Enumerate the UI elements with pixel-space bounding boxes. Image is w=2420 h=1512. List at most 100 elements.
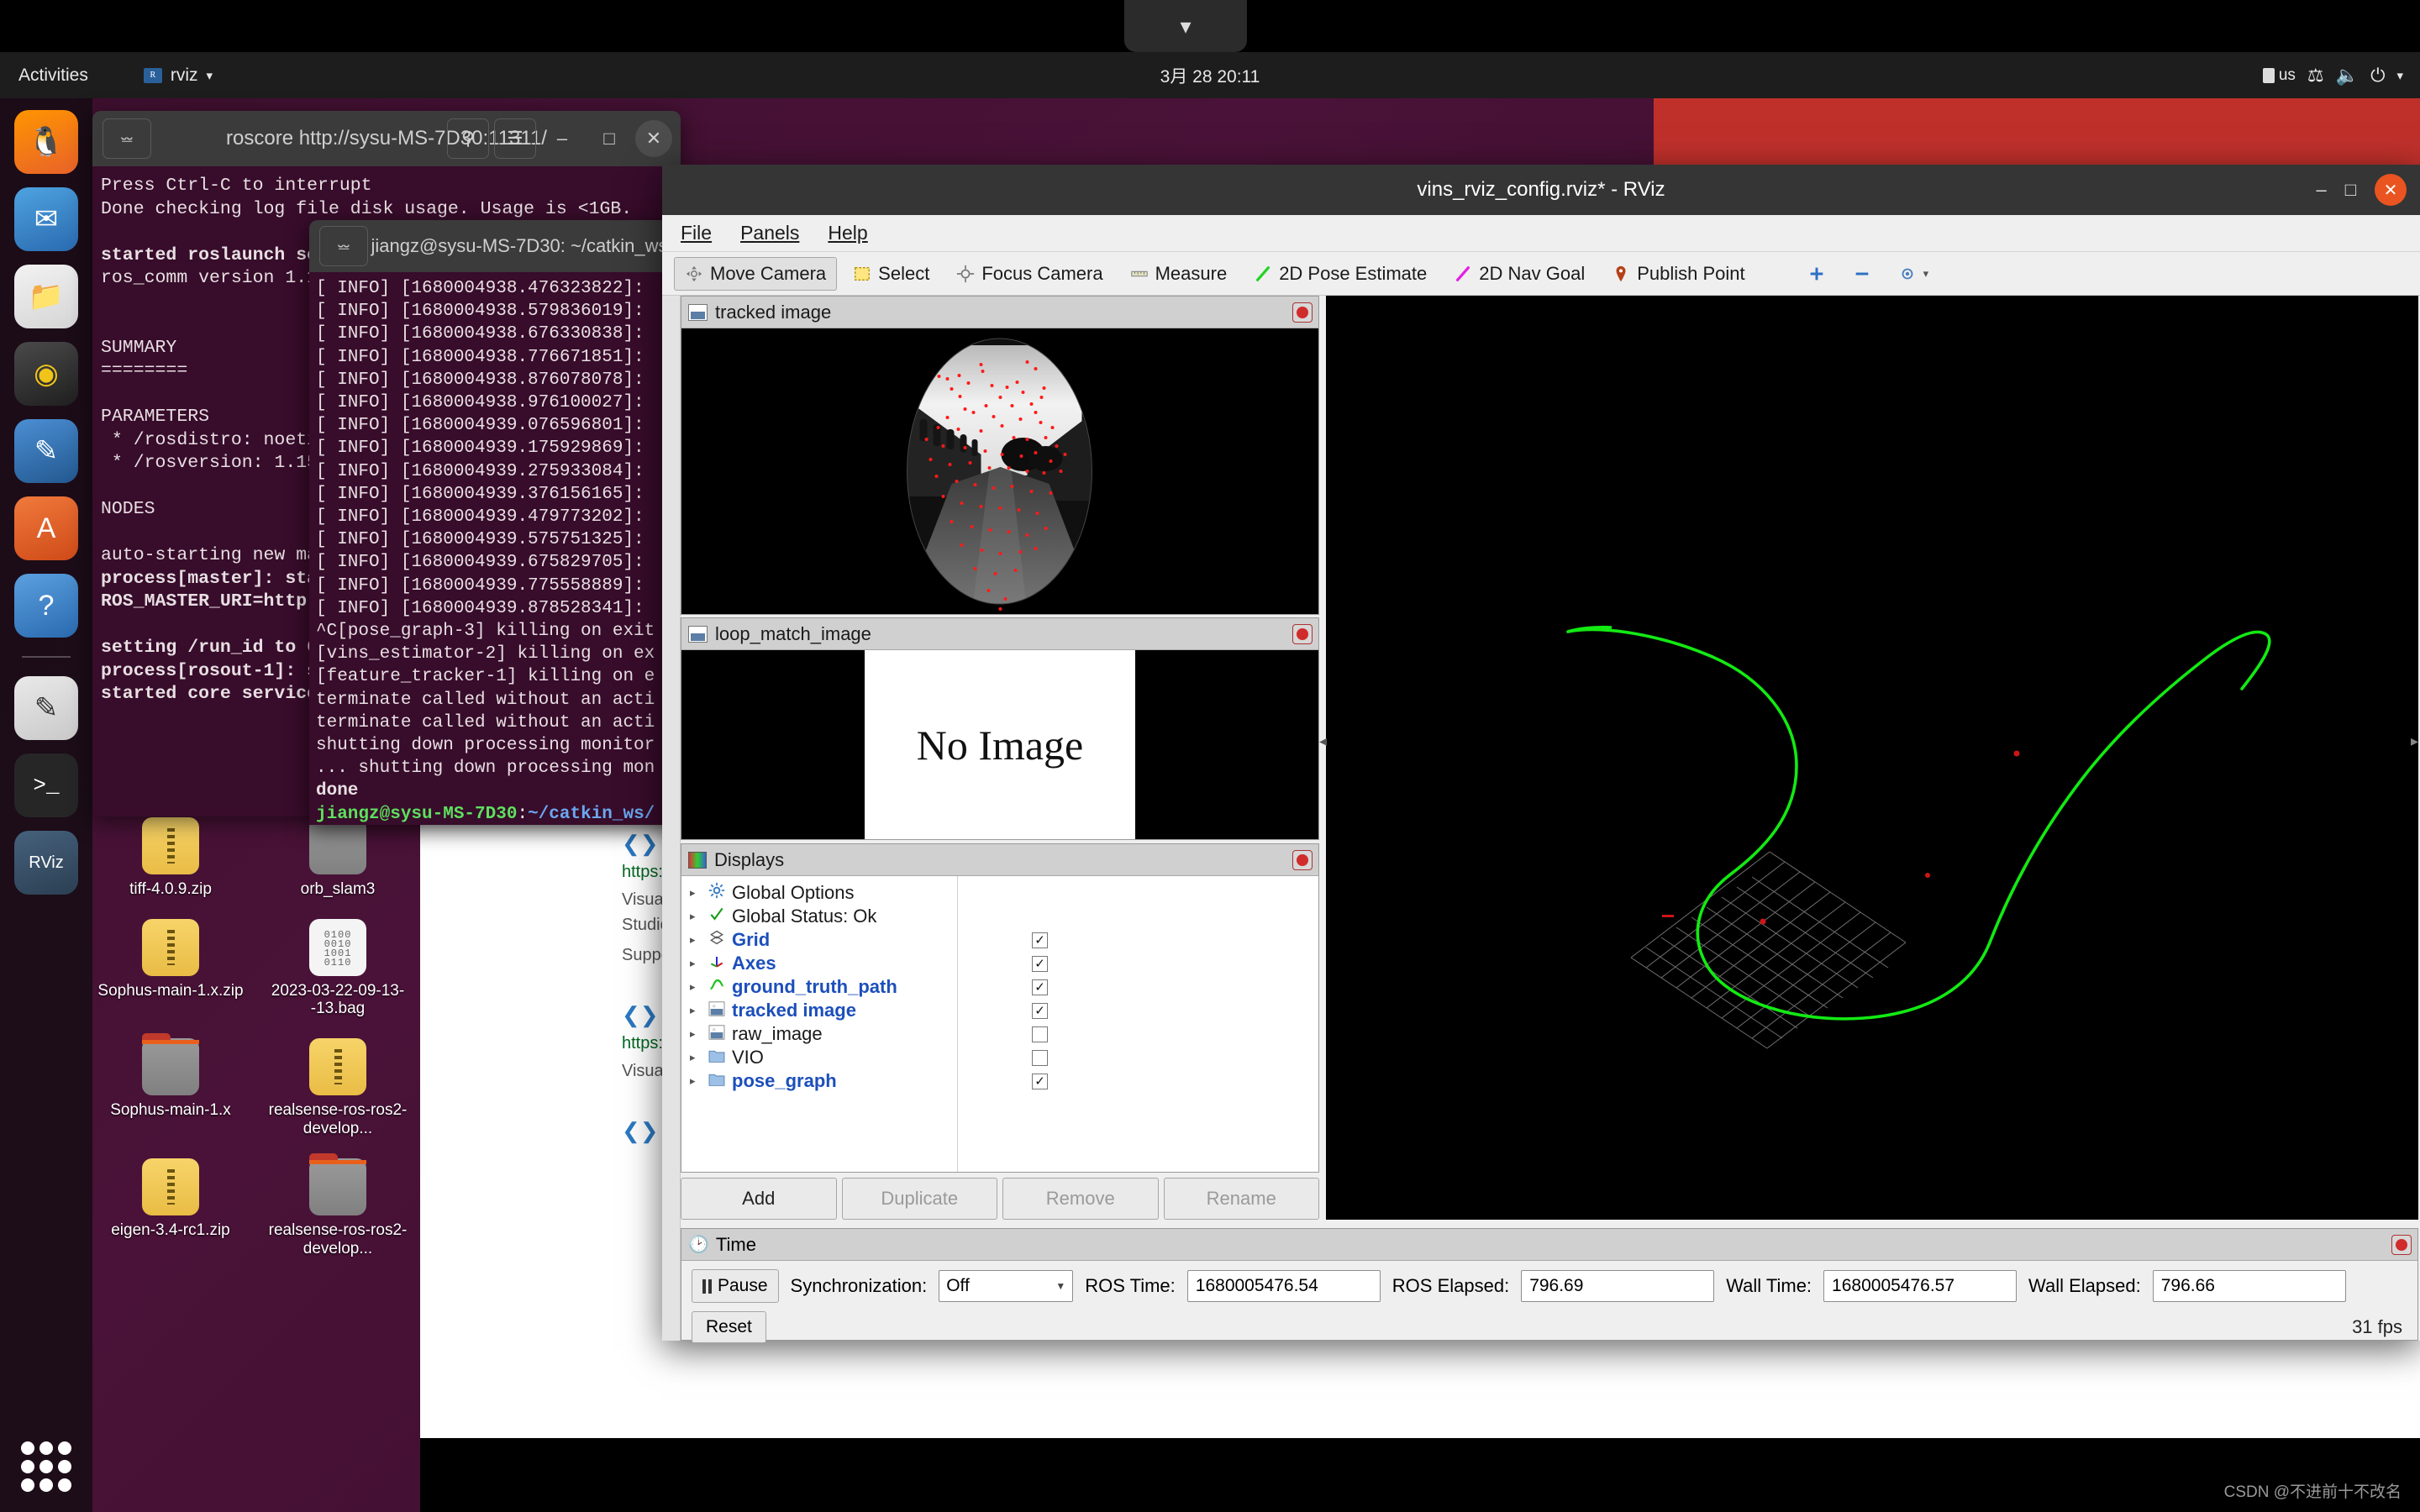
- search-icon[interactable]: ⚲: [447, 118, 489, 159]
- close-icon[interactable]: [1292, 849, 1313, 870]
- display-enable-checkbox[interactable]: ✓: [1032, 955, 1048, 972]
- maximize-button[interactable]: □: [2345, 179, 2356, 201]
- desktop-file[interactable]: orb_slam3: [260, 811, 416, 899]
- reset-button[interactable]: Reset: [692, 1311, 766, 1343]
- desktop-file[interactable]: Sophus-main-1.x: [92, 1033, 249, 1138]
- toolbar-camera-button[interactable]: ▾: [1887, 259, 1940, 289]
- pause-button[interactable]: Pause: [692, 1269, 779, 1303]
- show-applications-button[interactable]: [21, 1441, 71, 1492]
- panel-header[interactable]: Displays: [681, 844, 1318, 876]
- new-tab-button[interactable]: ⏕: [319, 226, 368, 266]
- expand-arrow-icon[interactable]: ▸: [690, 980, 702, 994]
- display-tree-row[interactable]: ▸ pose_graph: [687, 1069, 957, 1093]
- display-enable-checkbox[interactable]: [1032, 1049, 1048, 1066]
- panel-header[interactable]: 🕑 Time: [681, 1229, 2417, 1261]
- display-tree-row[interactable]: ▸ Global Options: [687, 881, 957, 905]
- remove-display-button[interactable]: Remove: [1002, 1178, 1159, 1220]
- desktop-file[interactable]: tiff-4.0.9.zip: [92, 816, 249, 899]
- display-tree-row[interactable]: ▸ raw_image: [687, 1022, 957, 1046]
- dock-item-files[interactable]: 📁: [14, 265, 78, 328]
- keyboard-layout-indicator[interactable]: us: [2262, 66, 2296, 85]
- add-display-button[interactable]: Add: [681, 1178, 837, 1220]
- expand-arrow-icon[interactable]: ▸: [690, 933, 702, 947]
- status-area[interactable]: us ⚖ 🔈 ⏻ ▾: [2262, 65, 2403, 87]
- close-icon[interactable]: [1292, 623, 1313, 644]
- clock[interactable]: 3月 28 20:11: [1160, 63, 1260, 88]
- desktop-file[interactable]: realsense-ros-ros2-develop...: [260, 1152, 416, 1258]
- close-icon[interactable]: [1292, 302, 1313, 323]
- dock-item-rhythmbox[interactable]: ◉: [14, 342, 78, 406]
- dock-item-thunderbird[interactable]: ✉: [14, 187, 78, 251]
- display-tree-row[interactable]: ▸ VIO: [687, 1046, 957, 1069]
- power-icon[interactable]: ⏻: [2370, 65, 2385, 87]
- display-enable-cell: ✓: [958, 1069, 1318, 1093]
- minimize-button[interactable]: –: [2316, 179, 2326, 201]
- expand-arrow-icon[interactable]: ▸: [690, 1074, 702, 1088]
- expand-arrow-icon[interactable]: ▸: [690, 910, 702, 923]
- expand-arrow-icon[interactable]: ▸: [690, 1051, 702, 1064]
- desktop-file[interactable]: Sophus-main-1.x.zip: [92, 918, 249, 1019]
- display-enable-checkbox[interactable]: ✓: [1032, 1073, 1048, 1089]
- dock-item-firefox[interactable]: 🐧: [14, 110, 78, 174]
- display-tree-row[interactable]: ▸ Grid: [687, 928, 957, 952]
- dock-item-libreoffice-writer[interactable]: ✎: [14, 419, 78, 483]
- close-button[interactable]: ✕: [2375, 174, 2407, 206]
- panel-collapse-handle-left[interactable]: ◂: [1319, 732, 1327, 750]
- dock-item-ubuntu-software[interactable]: A: [14, 496, 78, 560]
- display-enable-checkbox[interactable]: ✓: [1032, 932, 1048, 948]
- tool-2d-nav-goal[interactable]: 2D Nav Goal: [1443, 257, 1596, 291]
- display-tree-row[interactable]: ▸ ground_truth_path: [687, 975, 957, 999]
- pulldown-handle[interactable]: ▾: [1124, 0, 1247, 52]
- display-tree-row[interactable]: ▸ tracked image: [687, 999, 957, 1022]
- expand-arrow-icon[interactable]: ▸: [690, 957, 702, 970]
- panel-collapse-handle-right[interactable]: ▸: [2411, 732, 2418, 750]
- close-icon[interactable]: [2391, 1234, 2412, 1255]
- display-tree-row[interactable]: ▸ Axes: [687, 952, 957, 975]
- wall-time-field[interactable]: 1680005476.57: [1823, 1270, 2018, 1302]
- wall-elapsed-field[interactable]: 796.66: [2152, 1270, 2346, 1302]
- tool-move-camera[interactable]: Move Camera: [674, 256, 838, 291]
- synchronization-select[interactable]: Off ▼: [939, 1270, 1074, 1302]
- active-app-menu[interactable]: R rviz ▾: [143, 66, 213, 86]
- tool-2d-pose-estimate[interactable]: 2D Pose Estimate: [1243, 257, 1438, 291]
- expand-arrow-icon[interactable]: ▸: [690, 1004, 702, 1017]
- tool-select[interactable]: Select: [842, 257, 940, 291]
- maximize-button[interactable]: □: [588, 118, 630, 159]
- ros-elapsed-field[interactable]: 796.69: [1521, 1270, 1715, 1302]
- 3d-render-view[interactable]: [1326, 296, 2418, 1220]
- dock-item-help[interactable]: ?: [14, 574, 78, 638]
- dock-item-rviz[interactable]: RViz: [14, 831, 78, 895]
- desktop-file[interactable]: eigen-3.4-rc1.zip: [92, 1158, 249, 1258]
- display-enable-checkbox[interactable]: ✓: [1032, 1002, 1048, 1019]
- network-icon[interactable]: ⚖: [2307, 65, 2324, 87]
- expand-arrow-icon[interactable]: ▸: [690, 886, 702, 900]
- toolbar-add-tool-button[interactable]: [1797, 259, 1837, 289]
- menu-file[interactable]: File: [681, 222, 712, 244]
- dock-item-text-editor[interactable]: ✎: [14, 676, 78, 740]
- ros-time-field[interactable]: 1680005476.54: [1186, 1270, 1381, 1302]
- panel-header[interactable]: loop_match_image: [681, 618, 1318, 650]
- menu-help[interactable]: Help: [828, 222, 867, 244]
- menu-panels[interactable]: Panels: [740, 222, 799, 244]
- volume-icon[interactable]: 🔈: [2336, 65, 2359, 87]
- hamburger-menu-icon[interactable]: ☰: [494, 118, 536, 159]
- display-enable-checkbox[interactable]: ✓: [1032, 979, 1048, 995]
- display-enable-checkbox[interactable]: [1032, 1026, 1048, 1042]
- rename-display-button[interactable]: Rename: [1163, 1178, 1319, 1220]
- toolbar-remove-tool-button[interactable]: [1842, 259, 1882, 289]
- expand-arrow-icon[interactable]: ▸: [690, 1027, 702, 1041]
- minimize-button[interactable]: –: [541, 118, 583, 159]
- duplicate-display-button[interactable]: Duplicate: [841, 1178, 997, 1220]
- close-button[interactable]: ✕: [635, 120, 672, 157]
- desktop-file[interactable]: realsense-ros-ros2-develop...: [260, 1038, 416, 1138]
- activities-button[interactable]: Activities: [0, 66, 103, 86]
- display-tree-row[interactable]: ▸ Global Status: Ok: [687, 905, 957, 928]
- tool-publish-point[interactable]: Publish Point: [1601, 257, 1755, 291]
- desktop-file[interactable]: 0100 0010 1001 0110 2023-03-22-09-13--13.ba…: [260, 918, 416, 1019]
- tool-measure[interactable]: Measure: [1119, 257, 1239, 291]
- panel-header[interactable]: tracked image: [681, 297, 1318, 328]
- new-tab-button[interactable]: ⏕: [103, 118, 151, 159]
- chevron-down-icon[interactable]: ▾: [2396, 68, 2403, 83]
- tool-focus-camera[interactable]: Focus Camera: [945, 257, 1113, 291]
- dock-item-terminal[interactable]: >_: [14, 753, 78, 817]
